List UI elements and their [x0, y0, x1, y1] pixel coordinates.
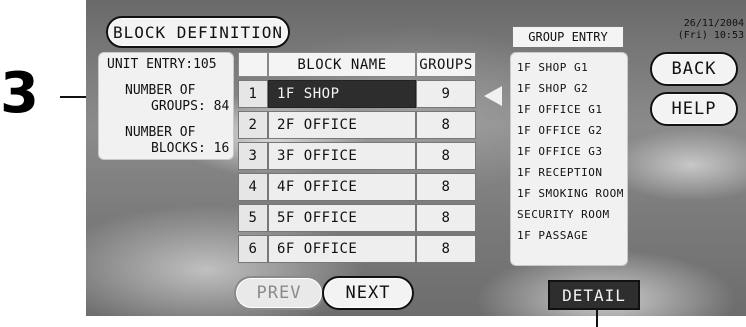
row-number[interactable]: 2: [238, 111, 268, 139]
prev-button[interactable]: PREV: [234, 276, 324, 310]
detail-button[interactable]: DETAIL: [548, 280, 640, 310]
selection-pointer: [484, 86, 502, 106]
number-of-groups-value: GROUPS: 84: [151, 99, 230, 114]
block-name-cell[interactable]: 1F SHOP: [268, 80, 416, 108]
group-list-item: 1F OFFICE G1: [517, 103, 603, 116]
group-list-item: 1F RECEPTION: [517, 166, 603, 179]
group-list-item: 1F SHOP G1: [517, 61, 589, 74]
number-of-blocks-label: NUMBER OF: [125, 125, 196, 140]
table-header-block-name: BLOCK NAME: [268, 52, 416, 77]
block-name-cell[interactable]: 3F OFFICE: [268, 142, 416, 170]
group-list-item: 1F PASSAGE: [517, 229, 589, 242]
block-name-cell[interactable]: 2F OFFICE: [268, 111, 416, 139]
next-button[interactable]: NEXT: [322, 276, 414, 310]
row-number[interactable]: 4: [238, 173, 268, 201]
group-entry-list: 1F SHOP G1 1F SHOP G2 1F OFFICE G1 1F OF…: [510, 52, 628, 266]
row-number[interactable]: 5: [238, 204, 268, 232]
groups-cell[interactable]: 8: [416, 204, 476, 232]
groups-cell[interactable]: 8: [416, 173, 476, 201]
help-button[interactable]: HELP: [650, 92, 738, 126]
groups-cell[interactable]: 8: [416, 235, 476, 263]
number-of-blocks-value: BLOCKS: 16: [151, 141, 230, 156]
back-button[interactable]: BACK: [650, 52, 738, 86]
touch-screen: BLOCK DEFINITION 26/11/2004 (Fri) 10:53 …: [86, 0, 746, 316]
detail-callout-line: [596, 310, 598, 327]
callout-number: 3: [0, 61, 39, 126]
block-name-cell[interactable]: 6F OFFICE: [268, 235, 416, 263]
group-entry-title: GROUP ENTRY: [512, 26, 624, 48]
table-header-groups: GROUPS: [416, 52, 476, 77]
group-list-item: SECURITY ROOM: [517, 208, 610, 221]
group-list-item: 1F OFFICE G2: [517, 124, 603, 137]
groups-cell[interactable]: 8: [416, 111, 476, 139]
block-name-cell[interactable]: 4F OFFICE: [268, 173, 416, 201]
table-header-num: [238, 52, 268, 77]
groups-cell[interactable]: 8: [416, 142, 476, 170]
row-number[interactable]: 1: [238, 80, 268, 108]
title-pill: BLOCK DEFINITION: [106, 16, 290, 48]
number-of-groups-label: NUMBER OF: [125, 83, 196, 98]
time-label: (Fri) 10:53: [677, 30, 744, 41]
group-list-item: 1F SHOP G2: [517, 82, 589, 95]
date-label: 26/11/2004: [683, 18, 744, 29]
groups-cell[interactable]: 9: [416, 80, 476, 108]
unit-entry: UNIT ENTRY:105: [107, 57, 217, 72]
row-number[interactable]: 6: [238, 235, 268, 263]
group-list-item: 1F OFFICE G3: [517, 145, 603, 158]
group-list-item: 1F SMOKING ROOM: [517, 187, 624, 200]
info-panel: UNIT ENTRY:105 NUMBER OF GROUPS: 84 NUMB…: [98, 52, 234, 160]
row-number[interactable]: 3: [238, 142, 268, 170]
block-name-cell[interactable]: 5F OFFICE: [268, 204, 416, 232]
